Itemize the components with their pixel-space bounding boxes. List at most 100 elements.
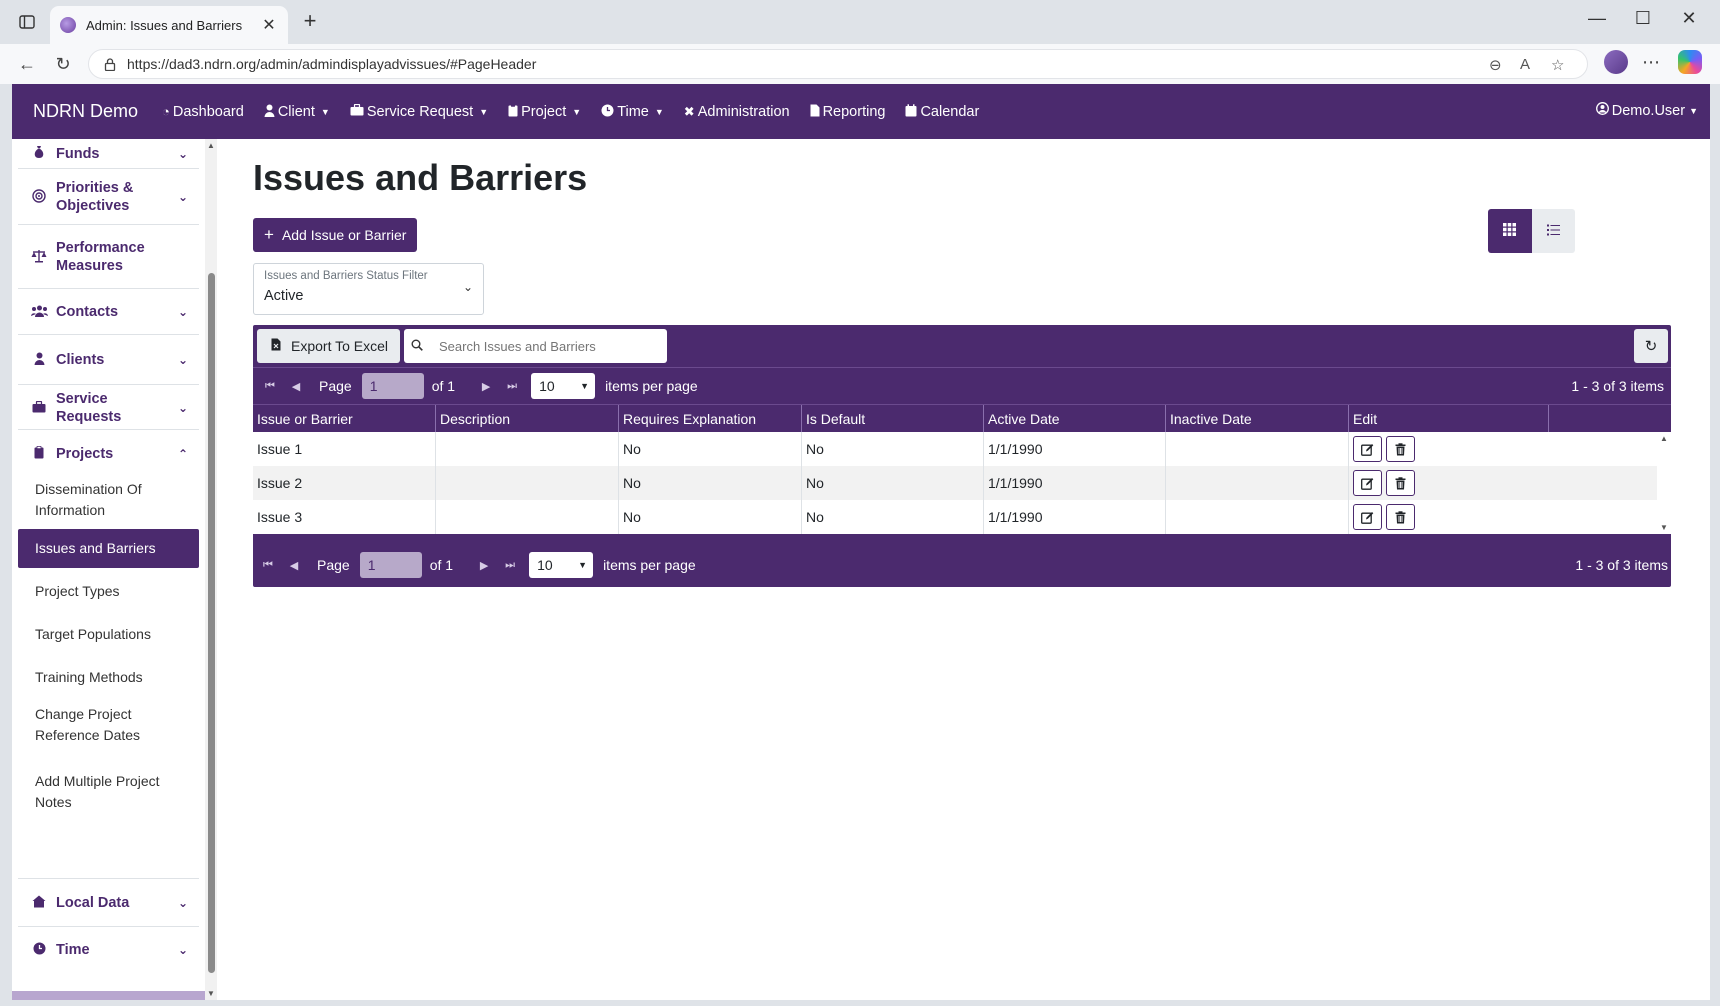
page-size-select[interactable]: 10 ▼	[529, 552, 594, 578]
add-issue-button[interactable]: + Add Issue or Barrier	[253, 218, 418, 252]
prev-page-icon[interactable]: ◀	[283, 380, 309, 393]
next-page-icon[interactable]: ▶	[473, 380, 499, 393]
window-close-icon[interactable]: ✕	[1666, 8, 1712, 29]
grid-pager-bottom: ⏮ ◀ Page 1 of 1 ▶ ⏭ 10 ▼ items per page 1…	[253, 547, 1671, 583]
top-navbar: NDRN Demo ◔ Dashboard Client ▼ Service R…	[12, 84, 1710, 139]
more-options-icon[interactable]: ⋯	[1642, 52, 1660, 73]
sidebar-item-add-multiple-notes[interactable]: Add Multiple Project Notes	[18, 744, 168, 810]
cell-is-default: No	[802, 432, 984, 466]
sidebar-item-target-populations[interactable]: Target Populations	[18, 615, 199, 654]
maximize-icon[interactable]: ☐	[1620, 8, 1666, 29]
refresh-button[interactable]: ↻	[1634, 329, 1668, 363]
table-row[interactable]: Issue 1 No No 1/1/1990	[253, 432, 1671, 466]
browser-tab[interactable]: Admin: Issues and Barriers ✕	[50, 6, 288, 44]
edit-icon	[1361, 477, 1374, 490]
nav-service-request[interactable]: Service Request ▼	[350, 104, 488, 120]
nav-dashboard[interactable]: ◔ Dashboard	[162, 104, 244, 120]
brand-name[interactable]: NDRN Demo	[33, 101, 138, 122]
minimize-icon[interactable]: —	[1574, 8, 1620, 29]
delete-button[interactable]	[1386, 436, 1415, 462]
user-circle-icon	[1595, 102, 1609, 119]
people-icon	[30, 304, 48, 320]
sidebar-scroll-thumb[interactable]	[208, 273, 215, 973]
page-label: Page	[317, 557, 350, 573]
favorite-star-icon[interactable]: ☆	[1551, 56, 1564, 74]
next-page-icon[interactable]: ▶	[471, 559, 497, 572]
back-icon[interactable]: ←	[14, 52, 40, 76]
sidebar-item-issues-and-barriers[interactable]: Issues and Barriers	[18, 529, 199, 568]
column-header-is-default[interactable]: Is Default	[802, 405, 984, 433]
cell-issue: Issue 1	[253, 432, 436, 466]
sidebar-item-dissemination[interactable]: Dissemination Of Information	[18, 476, 199, 524]
delete-button[interactable]	[1386, 504, 1415, 530]
url-field[interactable]: https://dad3.ndrn.org/admin/admindisplay…	[88, 49, 1588, 79]
edit-button[interactable]	[1353, 470, 1382, 496]
sidebar-section-projects[interactable]: Projects ⌃	[18, 431, 199, 477]
search-input[interactable]	[439, 338, 659, 354]
sidebar-section-performance[interactable]: Performance Measures	[18, 226, 199, 289]
sidebar-section-service-requests[interactable]: Service Requests ⌄	[18, 386, 199, 430]
sidebar-section-priorities[interactable]: Priorities & Objectives ⌄	[18, 170, 199, 225]
page-number-input[interactable]: 1	[361, 373, 424, 399]
nav-administration[interactable]: ✖ Administration	[684, 104, 790, 120]
last-page-icon[interactable]: ⏭	[497, 559, 523, 572]
sidebar-item-label: Issues and Barriers	[35, 540, 156, 556]
list-view-button[interactable]	[1531, 209, 1575, 253]
nav-calendar[interactable]: Calendar	[905, 104, 979, 120]
reload-icon[interactable]: ↻	[50, 52, 76, 76]
status-filter-select[interactable]: Issues and Barriers Status Filter Active…	[253, 263, 484, 315]
tab-close-icon[interactable]: ✕	[260, 15, 278, 35]
profile-avatar[interactable]	[1604, 50, 1628, 74]
export-excel-button[interactable]: Export To Excel	[257, 329, 400, 363]
sidebar-item-project-types[interactable]: Project Types	[18, 572, 199, 611]
scroll-up-icon[interactable]: ▲	[1660, 434, 1668, 443]
first-page-icon[interactable]: ⏮	[255, 559, 281, 572]
read-aloud-icon[interactable]: A	[1520, 56, 1530, 73]
sidebar-scrollbar[interactable]: ▲ ▼	[205, 139, 217, 1000]
user-menu[interactable]: Demo.User ▼	[1595, 102, 1698, 119]
items-per-page-label: items per page	[605, 378, 698, 394]
clipboard-icon	[508, 103, 518, 120]
grid-search[interactable]	[404, 329, 667, 363]
new-tab-icon[interactable]: +	[298, 10, 322, 34]
first-page-icon[interactable]: ⏮	[257, 380, 283, 393]
sidebar-toggle-icon[interactable]	[14, 10, 40, 34]
clipboard-icon	[30, 445, 48, 462]
nav-project[interactable]: Project ▼	[508, 104, 581, 120]
grid-scrollbar[interactable]: ▲ ▼	[1657, 432, 1671, 534]
column-header-active-date[interactable]: Active Date	[984, 405, 1166, 433]
sidebar-item-change-reference-dates[interactable]: Change Project Reference Dates	[18, 701, 168, 749]
table-row[interactable]: Issue 2 No No 1/1/1990	[253, 466, 1671, 500]
column-header-issue[interactable]: Issue or Barrier	[253, 405, 436, 433]
scroll-down-icon[interactable]: ▼	[207, 989, 215, 998]
view-toggle	[1488, 209, 1575, 253]
zoom-icon[interactable]: ⊖	[1489, 56, 1502, 74]
page-size-select[interactable]: 10 ▼	[531, 373, 596, 399]
copilot-icon[interactable]	[1678, 50, 1702, 74]
nav-client[interactable]: Client ▼	[264, 104, 330, 120]
edit-button[interactable]	[1353, 504, 1382, 530]
chevron-down-icon: ⌄	[177, 943, 189, 957]
column-header-description[interactable]: Description	[436, 405, 619, 433]
grid-view-button[interactable]	[1488, 209, 1532, 253]
nav-reporting[interactable]: Reporting	[810, 104, 885, 120]
table-row[interactable]: Issue 3 No No 1/1/1990	[253, 500, 1671, 534]
delete-button[interactable]	[1386, 470, 1415, 496]
last-page-icon[interactable]: ⏭	[499, 380, 525, 393]
column-header-inactive-date[interactable]: Inactive Date	[1166, 405, 1349, 433]
column-header-requires-explanation[interactable]: Requires Explanation	[619, 405, 802, 433]
sidebar-section-local-data[interactable]: Local Data ⌄	[18, 880, 199, 927]
page-number-input[interactable]: 1	[359, 552, 422, 578]
sidebar-section-funds[interactable]: Funds ⌄	[18, 139, 199, 169]
sidebar-section-time[interactable]: Time ⌄	[18, 928, 199, 972]
edit-button[interactable]	[1353, 436, 1382, 462]
nav-time[interactable]: Time ▼	[601, 104, 664, 120]
prev-page-icon[interactable]: ◀	[281, 559, 307, 572]
sidebar-section-clients[interactable]: Clients ⌄	[18, 336, 199, 385]
sidebar-item-training-methods[interactable]: Training Methods	[18, 658, 199, 697]
scroll-up-icon[interactable]: ▲	[207, 141, 215, 150]
site-info-icon[interactable]	[103, 57, 117, 71]
column-header-edit: Edit	[1349, 405, 1549, 433]
scroll-down-icon[interactable]: ▼	[1660, 523, 1668, 532]
sidebar-section-contacts[interactable]: Contacts ⌄	[18, 290, 199, 335]
